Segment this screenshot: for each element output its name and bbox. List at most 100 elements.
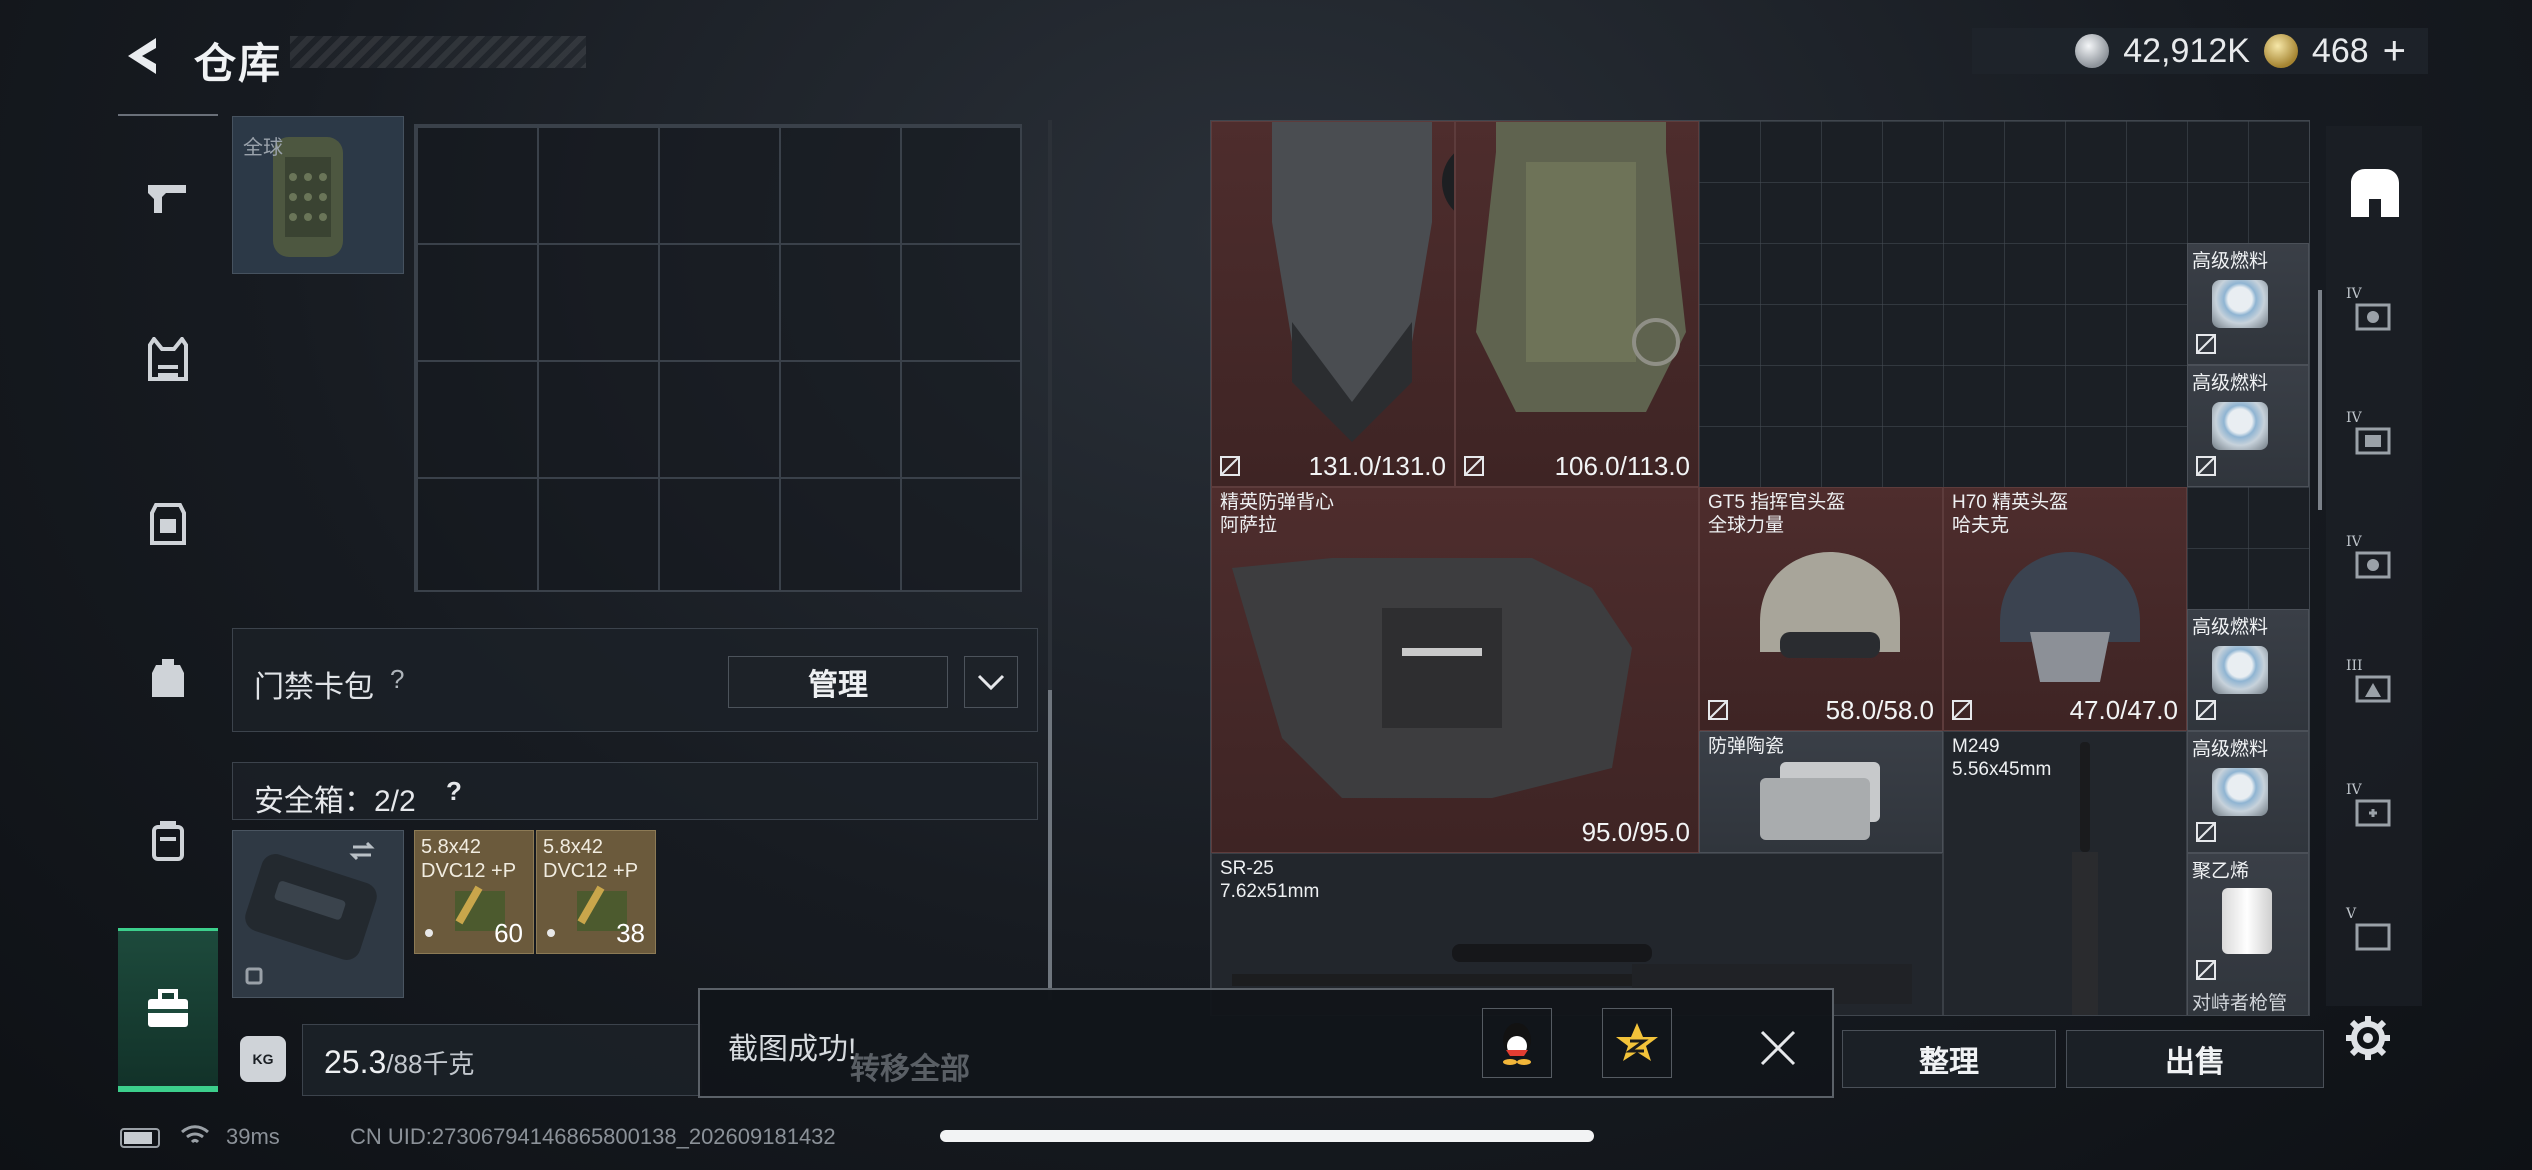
lock-icon <box>245 967 263 985</box>
stash-item-fuel-1[interactable]: 高级燃料 <box>2187 243 2309 365</box>
item-name: 高级燃料 <box>2192 373 2269 394</box>
tier-label: IV <box>2346 534 2362 550</box>
keycard-help-icon[interactable]: ? <box>390 664 404 695</box>
stash-item-armor2[interactable]: 106.0/113.0 <box>1455 121 1699 487</box>
stash-item-polyethylene[interactable]: 聚乙烯 对峙者枪管 <box>2187 853 2309 1015</box>
item-name: 聚乙烯 <box>2192 861 2250 882</box>
tier-label: III <box>2346 658 2363 674</box>
ammo-marker <box>425 929 433 937</box>
fuel-can-icon <box>2212 280 2268 328</box>
tier-label: IV <box>2346 782 2362 798</box>
item-name: 高级燃料 <box>2192 739 2269 760</box>
rail-item-chest-rig[interactable] <box>118 468 218 578</box>
toast-close-button[interactable] <box>1748 1018 1808 1078</box>
item-name: 高级燃料 <box>2192 617 2269 638</box>
no-trade-icon <box>2196 456 2216 476</box>
transfer-all-button[interactable]: 转移全部 <box>850 1044 970 1088</box>
fuel-can-icon <box>2212 402 2268 450</box>
silver-balance: 42,912K <box>2123 31 2250 70</box>
battery-level <box>124 1132 152 1144</box>
stash-item-vest[interactable]: 精英防弹背心 阿萨拉 95.0/95.0 <box>1211 487 1699 853</box>
tab-stash-2[interactable]: IV <box>2340 406 2410 476</box>
ammo-count: 38 <box>616 918 645 948</box>
stash-item-fuel-2[interactable]: 高级燃料 <box>2187 365 2309 487</box>
no-trade-icon <box>1220 456 1240 476</box>
rail-item-pouch[interactable] <box>118 786 218 896</box>
tab-stash-5[interactable]: IV <box>2340 778 2410 848</box>
tier-label: V <box>2346 906 2357 922</box>
plate-carrier-image <box>1476 122 1686 412</box>
title-decoration <box>290 36 586 68</box>
item-name: 高级燃料 <box>2192 251 2269 272</box>
fuel-can-icon <box>2212 768 2268 816</box>
item-faction: 阿萨拉 <box>1220 514 1278 536</box>
stash-tab-2-icon <box>2355 427 2391 455</box>
tier-label: IV <box>2346 286 2362 302</box>
item-durability: 131.0/131.0 <box>1308 451 1446 481</box>
home-indicator[interactable] <box>940 1130 1594 1142</box>
rail-item-armor[interactable] <box>118 304 218 414</box>
share-qq-button[interactable] <box>1482 1008 1552 1078</box>
tab-stash-4[interactable]: III <box>2340 654 2410 724</box>
ammo-marker <box>547 929 555 937</box>
stash-item-fuel-4[interactable]: 高级燃料 <box>2187 731 2309 853</box>
helmet-image <box>1760 552 1900 658</box>
body-armor-image <box>1272 122 1454 442</box>
weight-capacity: /88千克 <box>386 1049 475 1079</box>
all-items-icon <box>2351 169 2399 217</box>
item-name: H70 精英头盔 <box>1952 492 2069 513</box>
tab-stash-1[interactable]: IV <box>2340 282 2410 352</box>
stash-item-h70-helmet[interactable]: H70 精英头盔 哈夫克 47.0/47.0 <box>1943 487 2187 731</box>
manage-button[interactable]: 管理 <box>728 656 948 708</box>
no-trade-icon <box>1708 700 1728 720</box>
qq-icon <box>1503 1023 1531 1065</box>
safebox-slot[interactable] <box>232 830 404 998</box>
currency-bar: 42,912K 468 + <box>1972 28 2428 74</box>
stash-tab-6-icon <box>2355 923 2391 951</box>
sort-button[interactable]: 整理 <box>1842 1030 2056 1088</box>
ping-readout: 39ms <box>226 1124 280 1149</box>
settings-button[interactable] <box>2336 1006 2400 1070</box>
wifi-icon <box>181 1125 209 1144</box>
chevron-down-icon <box>977 674 1005 691</box>
rail-item-weapons[interactable] <box>118 144 218 254</box>
item-name: M249 <box>1952 736 2000 757</box>
stash-scrollbar[interactable] <box>2318 290 2322 510</box>
item-faction: 全球力量 <box>1708 514 1785 536</box>
rail-item-backpack[interactable] <box>118 622 218 732</box>
stash-grid[interactable]: 131.0/131.0 106.0/113.0 精英防弹背心 阿萨拉 95.0/9… <box>1210 120 2310 1016</box>
stash-item-fuel-3[interactable]: 高级燃料 <box>2187 609 2309 731</box>
weight-readout: 25.3/88千克 <box>324 1044 474 1081</box>
backpack-slot[interactable]: 全球 <box>232 116 404 274</box>
safebox-help-icon[interactable]: ? <box>446 776 462 807</box>
weight-current: 25.3 <box>324 1044 387 1080</box>
tab-stash-3[interactable]: IV <box>2340 530 2410 600</box>
left-scrollbar[interactable] <box>1048 690 1052 990</box>
stash-item-gt5-helmet[interactable]: GT5 指挥官头盔 全球力量 58.0/58.0 <box>1699 487 1943 731</box>
stash-tab-4-icon <box>2355 675 2391 703</box>
item-durability: 106.0/113.0 <box>1554 451 1690 481</box>
toast-message: 截图成功! <box>728 1033 857 1066</box>
vest-icon <box>148 337 188 381</box>
share-qzone-button[interactable] <box>1602 1008 1672 1078</box>
ammo-slot-1[interactable]: 5.8x42 DVC12 +P 60 <box>414 830 534 954</box>
keycard-dropdown[interactable] <box>964 656 1018 708</box>
tab-stash-6[interactable]: V <box>2340 902 2410 972</box>
elite-vest-image <box>1232 558 1632 798</box>
topup-button[interactable]: + <box>2383 29 2406 74</box>
stash-item-m249[interactable]: M249 5.56x45mm <box>1943 731 2187 1015</box>
rail-item-safebox[interactable] <box>118 928 218 1092</box>
tab-all-items[interactable] <box>2340 158 2410 228</box>
no-trade-icon <box>1952 700 1972 720</box>
gear-icon <box>2346 1016 2390 1060</box>
item-faction: 哈夫克 <box>1952 514 2010 536</box>
stash-item-ceramic[interactable]: 防弹陶瓷 <box>1699 731 1943 853</box>
backpack-grid[interactable] <box>414 124 1022 592</box>
back-button[interactable] <box>118 26 166 86</box>
helmet-image <box>2000 552 2140 682</box>
sell-button[interactable]: 出售 <box>2066 1030 2324 1088</box>
ammo-type: DVC12 +P <box>543 860 639 882</box>
item-durability: 47.0/47.0 <box>2069 695 2178 725</box>
stash-item-armor1[interactable]: 131.0/131.0 <box>1211 121 1455 487</box>
ammo-slot-2[interactable]: 5.8x42 DVC12 +P 38 <box>536 830 656 954</box>
